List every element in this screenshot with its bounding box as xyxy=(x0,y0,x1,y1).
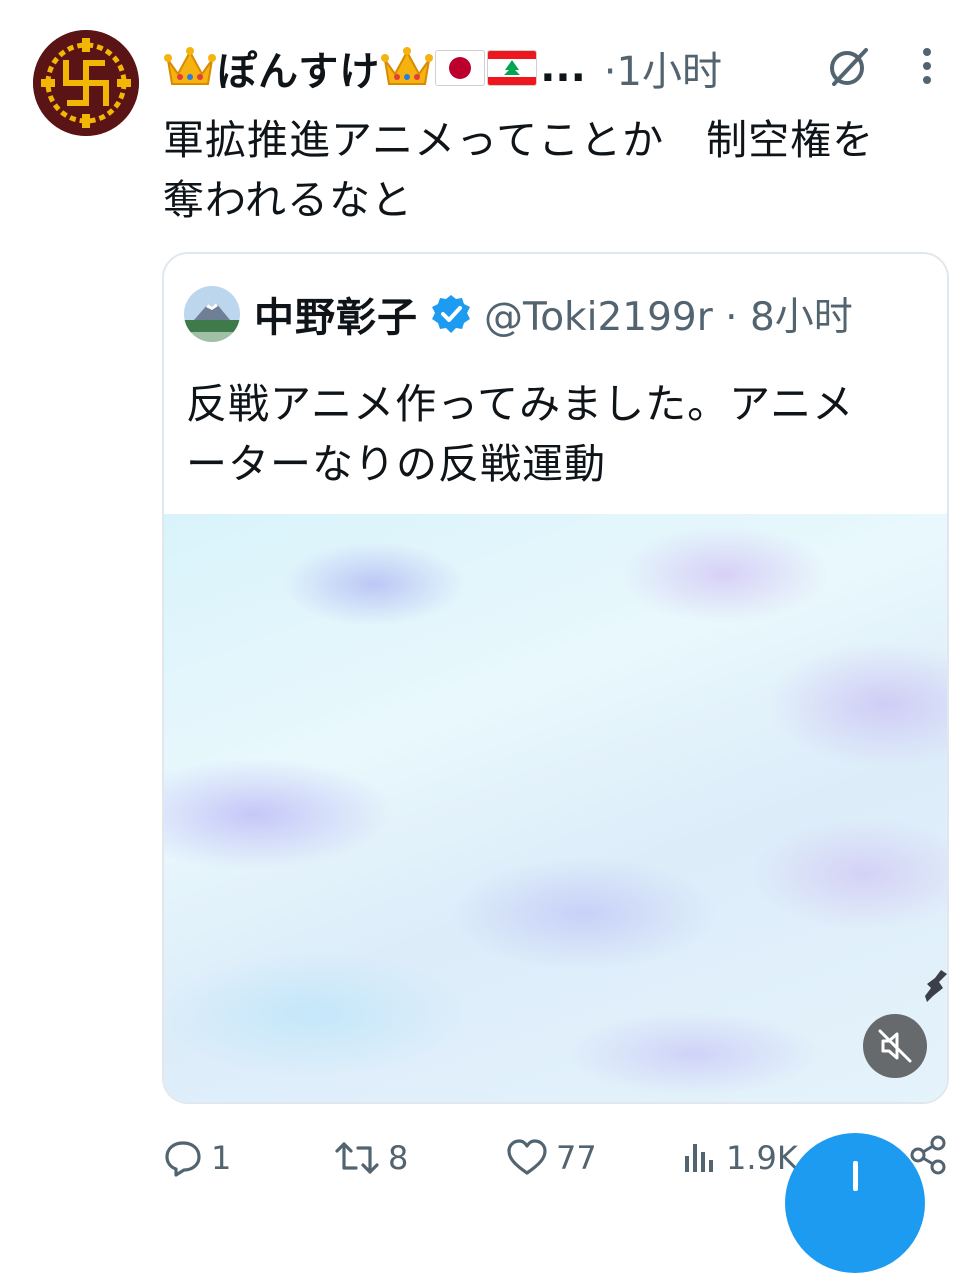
author-name[interactable]: ぽんすけ xyxy=(217,39,380,97)
repost-count: 8 xyxy=(388,1139,409,1177)
quoted-text-line: 反戦アニメ作ってみました。アニメ xyxy=(186,380,855,428)
lebanon-flag-emoji xyxy=(487,50,538,86)
quoted-video-media[interactable] xyxy=(164,514,947,1102)
repost-icon xyxy=(335,1142,379,1174)
quoted-post-card[interactable]: 中野彰子 @Toki2199r · 8小时 反戦アニメ作ってみました。アニメ ー… xyxy=(162,252,949,1104)
compose-plus-icon xyxy=(853,1161,858,1191)
post-time[interactable]: ·1小时 xyxy=(604,39,722,97)
views-count: 1.9K xyxy=(726,1139,798,1177)
reply-button[interactable]: 1 xyxy=(163,1133,231,1183)
views-icon xyxy=(685,1144,713,1172)
post-text-line: 軍拡推進アニメってことか 制空権を xyxy=(163,116,875,164)
crown-emoji xyxy=(381,47,434,85)
post-text-line: 奪われるなと xyxy=(163,176,413,224)
quoted-text-line: ーターなりの反戦運動 xyxy=(186,440,606,488)
mute-icon[interactable] xyxy=(863,1014,927,1078)
like-icon xyxy=(507,1139,547,1175)
views-button[interactable]: 1.9K xyxy=(678,1133,798,1183)
quoted-author-avatar[interactable] xyxy=(184,286,240,342)
compose-button[interactable] xyxy=(785,1133,925,1273)
quoted-author-name[interactable]: 中野彰子 xyxy=(254,285,418,343)
drone-silhouette xyxy=(925,970,947,1002)
author-avatar[interactable] xyxy=(33,30,139,136)
crown-emoji xyxy=(164,47,216,85)
repost-button[interactable]: 8 xyxy=(334,1133,408,1183)
verified-badge-icon xyxy=(432,295,470,333)
quoted-handle-time: @Toki2199r · 8小时 xyxy=(484,295,853,340)
post-text: 軍拡推進アニメってことか 制空権を 奪われるなと xyxy=(163,110,953,230)
reply-count: 1 xyxy=(211,1139,232,1177)
more-vertical-icon[interactable] xyxy=(912,44,942,90)
post-header: ぽんすけ ... ·1小时 xyxy=(163,38,722,98)
japan-flag-emoji xyxy=(435,50,486,86)
avatar-emblem xyxy=(33,30,139,136)
quoted-post-header: 中野彰子 @Toki2199r · 8小时 xyxy=(184,284,853,344)
grok-icon[interactable] xyxy=(826,44,872,90)
quoted-post-text: 反戦アニメ作ってみました。アニメ ーターなりの反戦運動 xyxy=(186,374,936,494)
share-icon[interactable] xyxy=(906,1133,950,1177)
like-count: 77 xyxy=(556,1139,597,1177)
author-name-truncation: ... xyxy=(540,45,586,91)
like-button[interactable]: 77 xyxy=(506,1133,597,1183)
reply-icon xyxy=(165,1141,201,1177)
